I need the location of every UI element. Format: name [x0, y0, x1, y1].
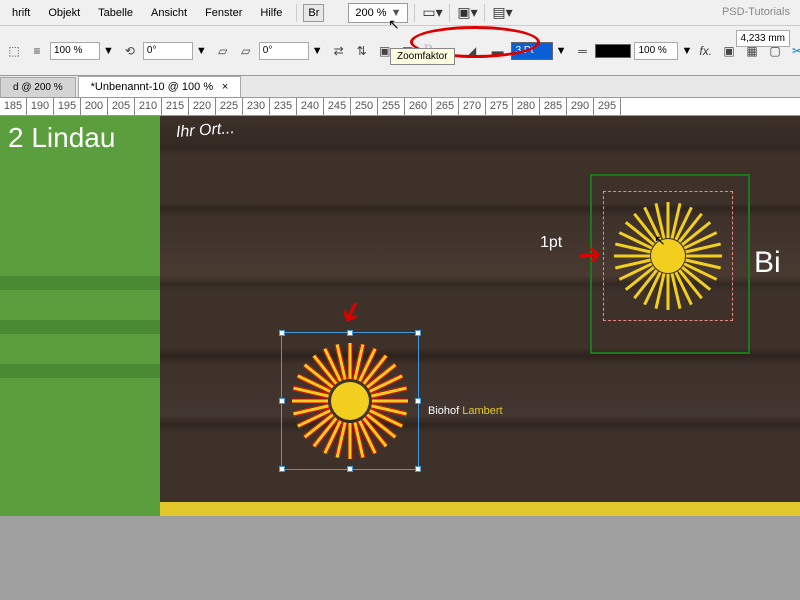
sun-core: [331, 382, 369, 420]
green-stripe: [0, 276, 160, 290]
ruler-tick: 190: [27, 98, 54, 115]
stroke-weight-icon[interactable]: ▬: [488, 41, 508, 61]
menu-schrift[interactable]: hrift: [4, 3, 38, 23]
separator: [296, 4, 297, 22]
ruler-tick: 295: [594, 98, 621, 115]
menu-hilfe[interactable]: Hilfe: [252, 3, 290, 23]
sun-ray: [667, 274, 670, 310]
tab-doc-2[interactable]: *Unbenannt-10 @ 100 % ×: [78, 76, 242, 97]
fx-button[interactable]: fx.: [698, 41, 713, 61]
sun-ray: [348, 423, 353, 459]
stroke-style-icon[interactable]: ═: [572, 41, 592, 61]
ruler-tick: 225: [216, 98, 243, 115]
green-panel: [0, 116, 160, 516]
ruler-tick: 195: [54, 98, 81, 115]
chevron-down-icon[interactable]: ▼: [681, 45, 692, 57]
chevron-down-icon[interactable]: ▼: [196, 45, 207, 57]
sun-ray: [348, 343, 353, 379]
horizontal-ruler[interactable]: 1851901952002052102152202252302352402452…: [0, 98, 800, 116]
opacity-input[interactable]: 100 %: [50, 42, 100, 60]
menu-tabelle[interactable]: Tabelle: [90, 3, 141, 23]
align-icon[interactable]: ≡: [27, 41, 47, 61]
menubar: hrift Objekt Tabelle Ansicht Fenster Hil…: [0, 0, 800, 26]
wood-background: [160, 116, 800, 516]
ruler-tick: 260: [405, 98, 432, 115]
chevron-down-icon[interactable]: ▼: [103, 45, 114, 57]
canvas-area[interactable]: 2 Lindau Ihr Ort... Biohof Lambert Bi 1p…: [0, 116, 800, 600]
view-mode-icon[interactable]: ▣▾: [456, 2, 478, 24]
ruler-tick: 265: [432, 98, 459, 115]
flip-vertical-icon[interactable]: ⇅: [352, 41, 372, 61]
sun-ray: [372, 399, 408, 404]
chevron-down-icon[interactable]: ▼: [312, 45, 323, 57]
ruler-tick: 215: [162, 98, 189, 115]
zoom-tooltip: Zoomfaktor: [390, 48, 455, 65]
chevron-down-icon: ▼: [391, 7, 402, 19]
ruler-tick: 230: [243, 98, 270, 115]
text-bi-cropped[interactable]: Bi: [754, 246, 781, 280]
ruler-tick: 245: [324, 98, 351, 115]
screen-mode-icon[interactable]: ▭▾: [421, 2, 443, 24]
ruler-tick: 235: [270, 98, 297, 115]
sun-ray: [667, 202, 670, 238]
sun-ray: [292, 399, 328, 404]
text-part: Lambert: [462, 405, 502, 417]
sun-ray: [614, 255, 650, 258]
crop-icon[interactable]: ▱: [213, 41, 233, 61]
yellow-strip: [160, 502, 800, 516]
ruler-tick: 250: [351, 98, 378, 115]
ruler-tick: 285: [540, 98, 567, 115]
menu-fenster[interactable]: Fenster: [197, 3, 250, 23]
close-icon[interactable]: ×: [222, 81, 228, 93]
arrange-icon[interactable]: ▤▾: [491, 2, 513, 24]
ruler-tick: 275: [486, 98, 513, 115]
ruler-tick: 290: [567, 98, 594, 115]
ruler-tick: 200: [81, 98, 108, 115]
menu-objekt[interactable]: Objekt: [40, 3, 88, 23]
stroke-weight-input[interactable]: 3 Pt: [511, 42, 553, 60]
rotate-icon[interactable]: ⟲: [120, 41, 140, 61]
separator: [449, 4, 450, 22]
separator: [414, 4, 415, 22]
measurement-input[interactable]: 4,233 mm: [736, 30, 790, 47]
sun-graphic-large[interactable]: [285, 336, 415, 466]
sun-graphic-small[interactable]: [608, 196, 728, 316]
psd-tutorials-label: PSD-Tutorials: [722, 6, 790, 18]
stroke-color-swatch[interactable]: [595, 44, 631, 58]
document-page[interactable]: 2 Lindau Ihr Ort... Biohof Lambert Bi 1p…: [0, 116, 800, 516]
ruler-tick: 205: [108, 98, 135, 115]
ruler-tick: 255: [378, 98, 405, 115]
angle-input-2[interactable]: 0°: [259, 42, 309, 60]
annotation-label-1pt: 1pt: [540, 234, 562, 252]
tab-doc-1[interactable]: d @ 200 %: [0, 77, 76, 97]
sun-ray: [686, 255, 722, 258]
menu-ansicht[interactable]: Ansicht: [143, 3, 195, 23]
bridge-button[interactable]: Br: [303, 4, 324, 22]
document-tabbar: d @ 200 % *Unbenannt-10 @ 100 % ×: [0, 76, 800, 98]
green-stripe: [0, 364, 160, 378]
ruler-tick: 240: [297, 98, 324, 115]
ruler-tick: 185: [0, 98, 27, 115]
crop-tool-icon[interactable]: ✂: [791, 41, 800, 61]
flip-horizontal-icon[interactable]: ⇄: [329, 41, 349, 61]
tab-label: *Unbenannt-10 @ 100 %: [91, 81, 213, 93]
selection-tool-icon[interactable]: ⬚: [4, 41, 24, 61]
green-stripe: [0, 320, 160, 334]
text-biohof[interactable]: Biohof Lambert: [428, 384, 503, 423]
ruler-tick: 280: [513, 98, 540, 115]
chevron-down-icon[interactable]: ▼: [556, 45, 567, 57]
ruler-tick: 270: [459, 98, 486, 115]
tint-input[interactable]: 100 %: [634, 42, 678, 60]
angle-input-1[interactable]: 0°: [143, 42, 193, 60]
zoom-value: 200 %: [355, 7, 386, 19]
corner-icon[interactable]: ◢: [462, 41, 482, 61]
text-lindau[interactable]: 2 Lindau: [8, 122, 115, 154]
shear-icon[interactable]: ▱: [236, 41, 256, 61]
separator: [484, 4, 485, 22]
ruler-tick: 210: [135, 98, 162, 115]
ruler-tick: 220: [189, 98, 216, 115]
zoom-level-select[interactable]: 200 % ▼: [348, 3, 408, 23]
text-part: Biohof: [428, 405, 462, 417]
